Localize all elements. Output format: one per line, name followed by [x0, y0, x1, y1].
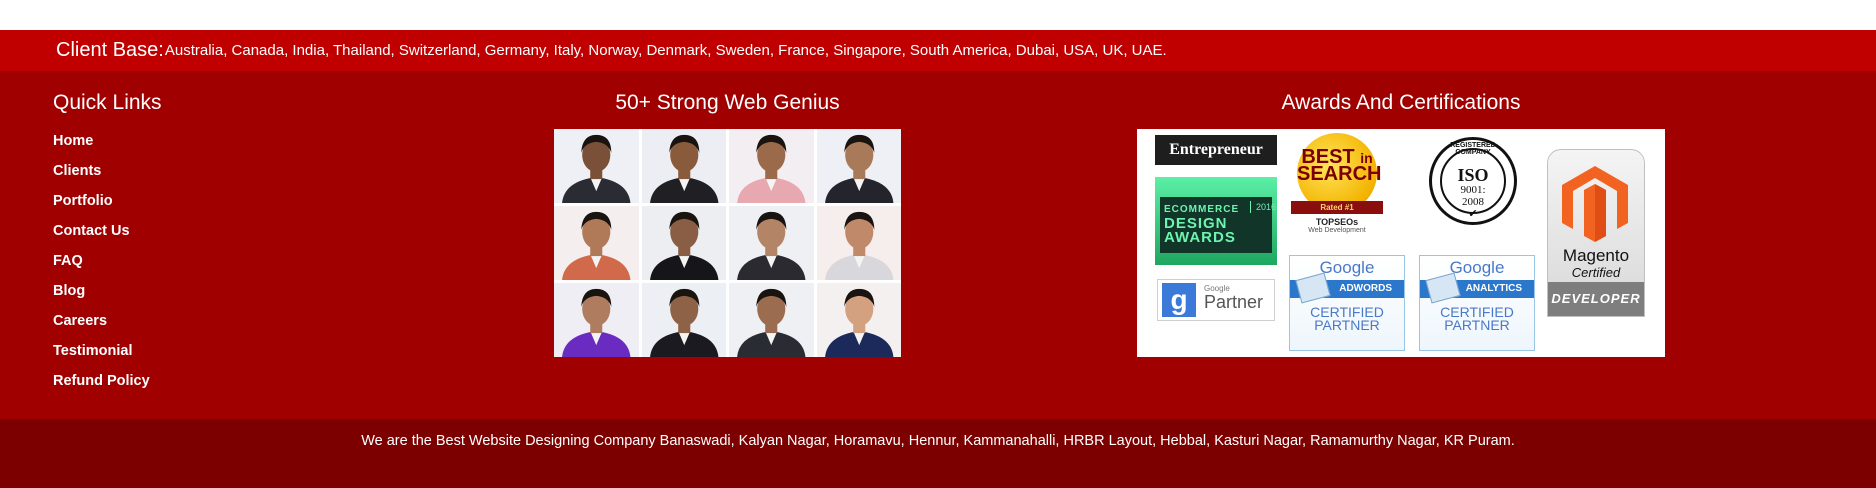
quick-link-portfolio[interactable]: Portfolio	[53, 193, 113, 209]
team-member-photo	[816, 206, 901, 280]
quick-link-careers[interactable]: Careers	[53, 313, 107, 329]
quick-link-testimonial[interactable]: Testimonial	[53, 343, 133, 359]
magento-name: Magento	[1562, 246, 1630, 265]
top-spacer	[0, 0, 1876, 30]
awards-title: Awards And Certifications	[1281, 91, 1521, 114]
ecommerce-design-awards-badge: ECOMMERCE DESIGN AWARDS 2016	[1155, 177, 1277, 265]
google-partner-badge: g Google Partner	[1157, 279, 1275, 321]
magento-logo-icon	[1562, 166, 1628, 242]
team-member-photo	[554, 129, 639, 203]
team-member-photo	[729, 206, 814, 280]
google-partner-label: Partner	[1204, 292, 1264, 312]
iso-label: ISO	[1457, 165, 1489, 185]
team-member-photo	[554, 206, 639, 280]
client-base-bar: Client Base: Australia, Canada, India, T…	[0, 30, 1876, 71]
quick-link-home[interactable]: Home	[53, 133, 93, 149]
iso-year: 2008	[1462, 196, 1484, 208]
client-base-label: Client Base:	[56, 39, 164, 61]
magento-certified-developer-badge: Magento Certified DEVELOPER	[1547, 149, 1645, 317]
google-g-icon: g	[1162, 283, 1196, 317]
quick-link-contact-us[interactable]: Contact Us	[53, 223, 130, 239]
team-member-photo	[816, 129, 901, 203]
adwords-partner-label: PARTNER	[1314, 317, 1380, 333]
awards-image: Entrepreneur ECOMMERCE DESIGN AWARDS 201…	[1137, 129, 1665, 357]
team-member-photo	[816, 283, 901, 357]
quick-link-faq[interactable]: FAQ	[53, 253, 83, 269]
google-analytics-certified-badge: Google ANALYTICS CERTIFIED PARTNER	[1419, 255, 1535, 351]
quick-link-blog[interactable]: Blog	[53, 283, 85, 299]
quick-links-title: Quick Links	[53, 91, 162, 114]
quick-link-clients[interactable]: Clients	[53, 163, 101, 179]
team-member-photo	[641, 206, 726, 280]
footer-seo-text: We are the Best Website Designing Compan…	[361, 433, 1515, 449]
awards-label: AWARDS	[1164, 229, 1236, 246]
footer-main: Quick Links Home Clients Portfolio Conta…	[0, 71, 1876, 419]
team-member-photo	[554, 283, 639, 357]
google-adwords-certified-badge: Google ADWORDS CERTIFIED PARTNER	[1289, 255, 1405, 351]
team-title: 50+ Strong Web Genius	[615, 91, 840, 114]
search-label: SEARCH	[1297, 163, 1382, 185]
rated-ribbon: Rated #1	[1291, 201, 1383, 214]
team-member-photo	[729, 129, 814, 203]
footer-bottom: We are the Best Website Designing Compan…	[0, 419, 1876, 488]
analytics-partner-label: PARTNER	[1444, 317, 1510, 333]
magento-developer-label: DEVELOPER	[1548, 282, 1644, 316]
analytics-google-label: Google	[1449, 258, 1505, 277]
ecommerce-year: 2016	[1250, 201, 1276, 213]
client-base-countries: Australia, Canada, India, Thailand, Swit…	[164, 42, 1167, 59]
quick-link-refund-policy[interactable]: Refund Policy	[53, 373, 150, 389]
iso-number: 9001:	[1460, 184, 1486, 196]
adwords-google-label: Google	[1319, 258, 1375, 277]
quick-links-list: Home Clients Portfolio Contact Us FAQ Bl…	[53, 131, 150, 401]
checkmark-icon: ✔	[1468, 208, 1478, 220]
team-member-photo	[641, 283, 726, 357]
magento-certified-label: Certified	[1571, 265, 1621, 280]
team-photo-grid	[554, 129, 901, 357]
team-member-photo	[641, 129, 726, 203]
topseos-sub-label: Web Development	[1308, 227, 1366, 234]
iso-registered-badge: REGISTERED COMPANY ISO 9001: 2008 ✔	[1429, 137, 1517, 225]
team-member-photo	[729, 283, 814, 357]
topseos-label: TOPSEOs	[1315, 217, 1359, 227]
entrepreneur-logo: Entrepreneur	[1155, 135, 1277, 165]
